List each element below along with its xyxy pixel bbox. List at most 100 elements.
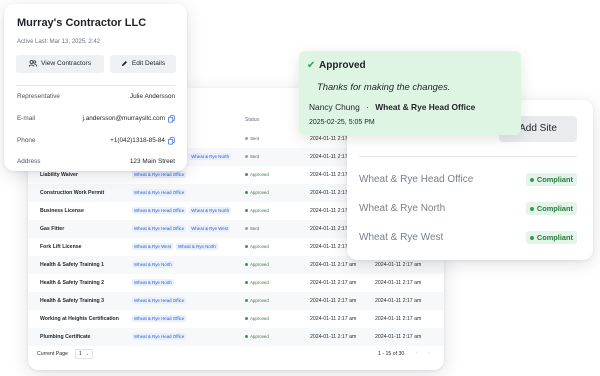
status-label: Approved	[250, 172, 269, 177]
approver-name: Nancy Chung	[309, 102, 360, 112]
site-tag: Wheat & Rye Head Office	[132, 171, 187, 178]
field-label: Phone	[17, 137, 36, 144]
status-label: Approved	[250, 298, 269, 303]
status-dot-icon	[245, 317, 248, 321]
contractor-name: Murray's Contractor LLC	[17, 17, 147, 29]
status-dot-icon	[245, 281, 248, 285]
status-badge: Approved	[245, 208, 269, 213]
site-tag: Wheat & Rye Head Office	[132, 189, 187, 196]
status-badge: Sent	[245, 226, 259, 231]
table-pagination: Current Page 1 ⌄ 1 - 15 of 30 ‹ ›	[28, 346, 444, 364]
field-label: E-mail	[17, 115, 36, 122]
field-value: j.andersson@murraysllc.com	[82, 115, 166, 122]
table-row[interactable]: Health & Safety Training 2 Wheat & Rye No…	[28, 274, 444, 292]
status-dot-icon	[245, 137, 248, 141]
status-dot-icon	[245, 335, 248, 339]
document-name: Working at Heights Certification	[40, 316, 119, 322]
date-sent: 2024-01-11 2:17 am	[310, 280, 357, 286]
site-tag: Wheat & Rye North	[189, 153, 232, 160]
page-select[interactable]: 1 ⌄	[75, 349, 94, 359]
site-tag: Wheat & Rye North	[189, 207, 232, 214]
status-dot-icon	[529, 236, 534, 241]
field-row: Phone +1(042)1318-85-84	[17, 137, 175, 147]
table-row[interactable]: Health & Safety Training 3 Wheat & Rye He…	[28, 292, 444, 310]
status-dot-icon	[245, 155, 248, 159]
compliance-label: Compliant	[536, 233, 573, 242]
site-tags: Wheat & Rye Head Office	[132, 189, 189, 196]
status-badge: Approved	[245, 316, 269, 321]
active-last: Active Last: Mar 13, 2025, 2:42	[17, 39, 101, 45]
approval-title: Approved	[319, 60, 366, 71]
date-approved: 2024-01-11 2:17 am	[375, 298, 422, 304]
status-badge: Approved	[245, 244, 269, 249]
edit-details-label: Edit Details	[131, 60, 166, 67]
status-badge: Approved	[245, 280, 269, 285]
status-badge: Approved	[245, 262, 269, 267]
status-badge: Sent	[245, 136, 259, 141]
status-label: Sent	[250, 136, 260, 141]
site-name: Wheat & Rye Head Office	[359, 174, 474, 185]
status-dot-icon	[245, 191, 248, 195]
site-tags: Wheat & Rye West Wheat & Rye North	[132, 243, 221, 250]
status-dot-icon	[245, 173, 248, 177]
compliance-badge: Compliant	[525, 202, 577, 215]
view-contractors-button[interactable]: View Contractors	[16, 55, 104, 73]
status-label: Approved	[250, 262, 269, 267]
status-label: Sent	[250, 154, 260, 159]
approval-message: Thanks for making the changes.	[317, 81, 451, 92]
edit-details-button[interactable]: Edit Details	[110, 55, 176, 73]
status-label: Approved	[250, 280, 269, 285]
copy-icon[interactable]	[168, 115, 175, 123]
status-label: Approved	[250, 190, 269, 195]
contractor-card: Murray's Contractor LLC Active Last: Mar…	[4, 4, 187, 171]
site-tags: Wheat & Rye Head Office Wheat & Rye West	[132, 225, 233, 232]
status-label: Sent	[250, 226, 260, 231]
site-item[interactable]: Wheat & Rye Head Office Compliant	[359, 172, 577, 188]
date-sent: 2024-01-11 2:17 am	[310, 316, 357, 322]
status-badge: Sent	[245, 154, 259, 159]
status-label: Approved	[250, 244, 269, 249]
separator: ·	[366, 102, 369, 112]
field-value: Julie Andersson	[129, 93, 175, 100]
chevron-down-icon: ⌄	[85, 351, 90, 357]
approval-site: Wheat & Rye Head Office	[375, 102, 476, 112]
status-badge: Approved	[245, 334, 269, 339]
site-item[interactable]: Wheat & Rye North Compliant	[359, 201, 577, 217]
prev-page-icon[interactable]: ‹	[416, 350, 418, 356]
copy-icon[interactable]	[168, 137, 175, 145]
site-tag: Wheat & Rye Head Office	[132, 297, 187, 304]
status-dot-icon	[245, 263, 248, 267]
status-dot-icon	[245, 299, 248, 303]
document-name: Fork Lift License	[40, 244, 82, 250]
site-tag: Wheat & Rye Head Office	[132, 207, 187, 214]
status-label: Approved	[250, 208, 269, 213]
status-badge: Approved	[245, 190, 269, 195]
compliance-badge: Compliant	[525, 173, 577, 186]
document-name: Gas Fitter	[40, 226, 65, 232]
date-approved: 2024-01-11 2:17 am	[375, 316, 422, 322]
field-label: Address	[17, 158, 41, 165]
date-approved: 2024-01-11 2:17 am	[375, 280, 422, 286]
status-label: Approved	[250, 316, 269, 321]
site-tag: Wheat & Rye North	[132, 279, 174, 286]
status-column-header: Status	[245, 117, 260, 123]
field-value: +1(042)1318-85-84	[110, 137, 165, 144]
site-tags: Wheat & Rye Head Office	[132, 171, 189, 178]
next-page-icon[interactable]: ›	[428, 350, 430, 356]
check-icon: ✔	[307, 60, 316, 71]
status-badge: Approved	[245, 298, 269, 303]
field-row: E-mail j.andersson@murraysllc.com	[17, 115, 175, 125]
status-dot-icon	[529, 207, 534, 212]
site-item[interactable]: Wheat & Rye West Compliant	[359, 230, 577, 246]
table-row[interactable]: Working at Heights Certification Wheat & …	[28, 310, 444, 328]
document-name: Construction Work Permit	[40, 190, 105, 196]
status-dot-icon	[529, 178, 534, 183]
divider	[359, 156, 577, 157]
pencil-icon	[121, 60, 127, 66]
date-approved: 2024-01-11 2:17 am	[375, 334, 422, 340]
status-dot-icon	[245, 227, 248, 231]
site-tag: Wheat & Rye West	[189, 225, 231, 232]
table-row[interactable]: Plumbing Certificate Wheat & Rye Head Off…	[28, 328, 444, 346]
approval-author-line: Nancy Chung · Wheat & Rye Head Office	[309, 102, 475, 112]
site-tag: Wheat & Rye Head Office	[132, 333, 187, 340]
